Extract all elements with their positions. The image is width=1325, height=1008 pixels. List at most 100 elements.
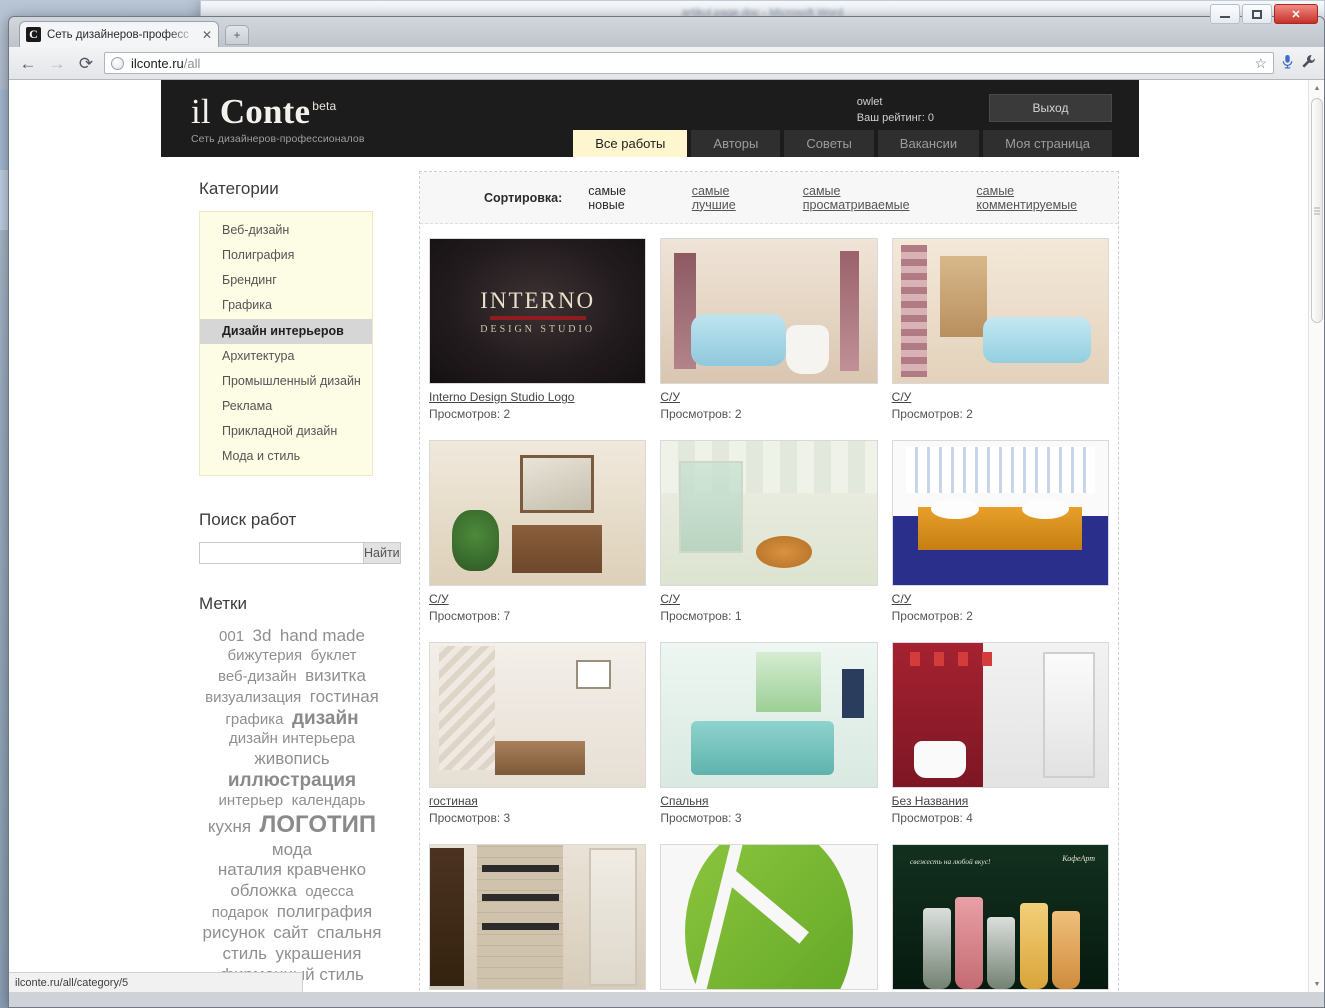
tag-fashion[interactable]: мода bbox=[272, 840, 312, 859]
nav-tab-authors[interactable]: Авторы bbox=[691, 130, 781, 157]
new-tab-button[interactable]: + bbox=[225, 25, 249, 45]
work-title[interactable]: Спальня bbox=[660, 794, 877, 808]
work-card[interactable]: гостиная Просмотров: 3 bbox=[429, 642, 647, 825]
work-card[interactable]: С/У Просмотров: 1 bbox=[660, 440, 878, 623]
tag-kitchen[interactable]: кухня bbox=[208, 817, 251, 836]
sort-option-most-commented[interactable]: самые комментируемые bbox=[976, 184, 1118, 212]
work-card[interactable]: С/У Просмотров: 2 bbox=[660, 238, 878, 421]
back-button[interactable]: ← bbox=[17, 55, 39, 72]
tag-calendar[interactable]: календарь bbox=[292, 792, 366, 809]
work-thumbnail[interactable]: INTERNO DESIGN STUDIO bbox=[429, 238, 647, 384]
work-card[interactable] bbox=[660, 844, 878, 990]
user-name[interactable]: owlet bbox=[857, 94, 934, 110]
tag-interior[interactable]: интерьер bbox=[219, 792, 284, 809]
tag-odessa[interactable]: одесса bbox=[305, 883, 353, 900]
work-title[interactable]: С/У bbox=[892, 592, 1109, 606]
work-title[interactable]: гостиная bbox=[429, 794, 646, 808]
work-title[interactable]: С/У bbox=[892, 390, 1109, 404]
sidebar-item-web-design[interactable]: Веб-дизайн bbox=[200, 218, 372, 243]
tag-booklet[interactable]: буклет bbox=[311, 647, 357, 664]
tag-logo[interactable]: ЛОГОТИП bbox=[260, 811, 377, 838]
wrench-menu-icon[interactable] bbox=[1301, 54, 1316, 73]
work-card[interactable]: С/У Просмотров: 2 bbox=[891, 238, 1109, 421]
browser-tab[interactable]: C Сеть дизайнеров-професс ✕ bbox=[19, 21, 219, 47]
tag-illustration[interactable]: иллюстрация bbox=[228, 770, 356, 791]
tag-business-card[interactable]: визитка bbox=[305, 666, 366, 685]
tag-web-design[interactable]: веб-дизайн bbox=[218, 668, 297, 685]
page-scrollbar[interactable]: ▲ ▼ bbox=[1308, 80, 1324, 992]
logout-button[interactable]: Выход bbox=[989, 94, 1112, 122]
sidebar-item-branding[interactable]: Брендинг bbox=[200, 268, 372, 293]
tag-cover[interactable]: обложка bbox=[230, 881, 296, 900]
tag-gift[interactable]: подарок bbox=[212, 904, 268, 921]
sort-option-best[interactable]: самые лучшие bbox=[692, 184, 777, 212]
tag-painting[interactable]: живопись bbox=[254, 749, 329, 768]
tag-design-big[interactable]: дизайн bbox=[292, 708, 359, 729]
sidebar-item-applied-design[interactable]: Прикладной дизайн bbox=[200, 419, 372, 444]
work-thumbnail[interactable]: свежесть на любой вкус! КофеАрт bbox=[891, 844, 1109, 990]
maximize-button[interactable] bbox=[1242, 4, 1272, 24]
reload-button[interactable]: ⟳ bbox=[75, 55, 97, 72]
nav-tab-advice[interactable]: Советы bbox=[784, 130, 874, 157]
search-button[interactable]: Найти bbox=[363, 542, 401, 565]
close-button[interactable]: ✕ bbox=[1274, 4, 1318, 24]
sidebar-item-polygraphy[interactable]: Полиграфия bbox=[200, 243, 372, 268]
work-card[interactable]: С/У Просмотров: 7 bbox=[429, 440, 647, 623]
work-card[interactable]: Спальня Просмотров: 3 bbox=[660, 642, 878, 825]
bookmark-star-icon[interactable]: ☆ bbox=[1254, 55, 1267, 72]
tag-drawing[interactable]: рисунок bbox=[203, 923, 265, 942]
forward-button[interactable]: → bbox=[46, 55, 68, 72]
tag-site[interactable]: сайт bbox=[273, 923, 308, 942]
work-card[interactable]: С/У Просмотров: 2 bbox=[891, 440, 1109, 623]
tag-graphics[interactable]: графика bbox=[225, 711, 283, 728]
address-bar[interactable]: ilconte.ru/all ☆ bbox=[104, 52, 1274, 74]
sidebar-item-advertising[interactable]: Реклама bbox=[200, 394, 372, 419]
tag-living-room[interactable]: гостиная bbox=[310, 687, 379, 706]
scrollbar-thumb[interactable] bbox=[1311, 98, 1323, 323]
work-thumbnail[interactable] bbox=[660, 440, 878, 586]
minimize-button[interactable] bbox=[1210, 4, 1240, 24]
nav-tab-my-page[interactable]: Моя страница bbox=[983, 130, 1112, 157]
site-logo[interactable]: il Conte beta Сеть дизайнеров-профессиона… bbox=[191, 94, 365, 145]
tag-hand-made[interactable]: hand made bbox=[280, 626, 365, 645]
sort-option-newest[interactable]: самые новые bbox=[588, 184, 665, 212]
sidebar-item-graphics[interactable]: Графика bbox=[200, 293, 372, 318]
work-thumbnail[interactable] bbox=[891, 238, 1109, 384]
work-thumbnail[interactable] bbox=[429, 440, 647, 586]
work-thumbnail[interactable] bbox=[891, 642, 1109, 788]
work-title[interactable]: С/У bbox=[429, 592, 646, 606]
work-thumbnail[interactable] bbox=[429, 642, 647, 788]
work-card[interactable]: INTERNO DESIGN STUDIO Interno Design Stu… bbox=[429, 238, 647, 421]
tag-001[interactable]: 001 bbox=[219, 628, 244, 645]
sidebar-item-industrial-design[interactable]: Промышленный дизайн bbox=[200, 369, 372, 394]
work-card[interactable]: Без Названия Просмотров: 4 bbox=[891, 642, 1109, 825]
tag-interior-design[interactable]: дизайн интерьера bbox=[229, 730, 355, 747]
scroll-up-arrow-icon[interactable]: ▲ bbox=[1309, 80, 1324, 96]
scroll-down-arrow-icon[interactable]: ▼ bbox=[1309, 976, 1324, 992]
work-thumbnail[interactable] bbox=[429, 844, 647, 990]
work-thumbnail[interactable] bbox=[660, 238, 878, 384]
work-title[interactable]: Interno Design Studio Logo bbox=[429, 390, 646, 404]
work-thumbnail[interactable] bbox=[660, 844, 878, 990]
work-thumbnail[interactable] bbox=[660, 642, 878, 788]
tag-natalia-kravchenko[interactable]: наталия кравченко bbox=[218, 860, 366, 879]
work-title[interactable]: С/У bbox=[660, 592, 877, 606]
tag-bedroom[interactable]: спальня bbox=[317, 923, 382, 942]
sidebar-item-architecture[interactable]: Архитектура bbox=[200, 344, 372, 369]
tag-visualization[interactable]: визуализация bbox=[205, 689, 301, 706]
sidebar-item-interior-design[interactable]: Дизайн интерьеров bbox=[200, 318, 372, 344]
tag-bijouterie[interactable]: бижутерия bbox=[228, 647, 303, 664]
nav-tab-all-works[interactable]: Все работы bbox=[573, 130, 688, 157]
microphone-icon[interactable] bbox=[1281, 54, 1294, 72]
nav-tab-vacancies[interactable]: Вакансии bbox=[877, 130, 980, 157]
tag-3d[interactable]: 3d bbox=[253, 626, 272, 645]
tag-style[interactable]: стиль bbox=[222, 944, 267, 963]
sort-option-most-viewed[interactable]: самые просматриваемые bbox=[803, 184, 951, 212]
work-thumbnail[interactable] bbox=[891, 440, 1109, 586]
tab-close-icon[interactable]: ✕ bbox=[202, 28, 212, 42]
tag-jewelry[interactable]: украшения bbox=[275, 944, 361, 963]
sidebar-item-fashion-style[interactable]: Мода и стиль bbox=[200, 444, 372, 469]
work-title[interactable]: Без Названия bbox=[892, 794, 1109, 808]
work-title[interactable]: С/У bbox=[660, 390, 877, 404]
work-card[interactable] bbox=[429, 844, 647, 990]
